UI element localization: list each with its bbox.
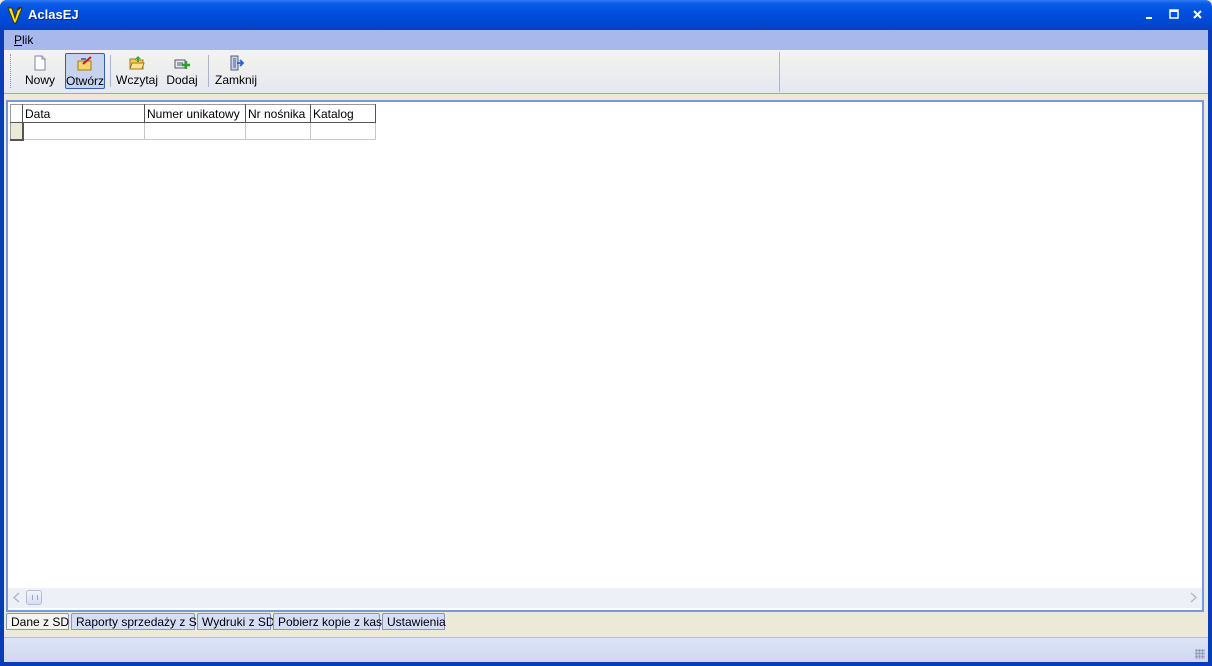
close-app-button[interactable]: Zamknij <box>215 53 257 89</box>
load-button[interactable]: Wczytaj <box>116 53 158 89</box>
maximize-icon <box>1169 9 1179 19</box>
title-bar[interactable]: AclasEJ <box>0 0 1212 30</box>
grid-corner-header[interactable] <box>10 104 23 123</box>
toolbar: Nowy Otwórz Wczytaj Dodaj Zamknij <box>4 50 1208 94</box>
data-grid[interactable]: Data Numer unikatowy Nr nośnika Katalog <box>10 104 376 141</box>
menu-plik[interactable]: Plik <box>14 33 33 47</box>
minimize-button[interactable] <box>1142 7 1158 23</box>
window-title: AclasEJ <box>28 7 79 22</box>
add-button[interactable]: Dodaj <box>165 53 199 89</box>
row-header[interactable] <box>10 122 24 141</box>
horizontal-scrollbar[interactable] <box>8 588 1202 608</box>
app-window: AclasEJ Plik Nowy Otwórz Wczytaj Dodaj Z… <box>0 0 1212 666</box>
client-area: Plik Nowy Otwórz Wczytaj Dodaj Zamknij D… <box>4 30 1208 662</box>
column-header-nr-nosnika[interactable]: Nr nośnika <box>245 104 311 123</box>
add-icon <box>174 59 190 69</box>
scrollbar-thumb[interactable] <box>26 590 42 605</box>
open-button-label: Otwórz <box>66 74 105 88</box>
exit-door-icon <box>230 55 244 71</box>
minimize-icon <box>1146 17 1152 19</box>
tab-pobierz-kopie[interactable]: Pobierz kopie z kasy <box>273 613 388 630</box>
menu-plik-mnemonic: P <box>14 33 23 47</box>
tab-wydruki-z-sd[interactable]: Wydruki z SD <box>197 613 275 630</box>
tab-ustawienia[interactable]: Ustawienia <box>382 613 446 630</box>
new-button[interactable]: Nowy <box>20 53 60 89</box>
new-document-icon <box>34 55 46 71</box>
close-button[interactable] <box>1190 7 1206 23</box>
toolbar-band-divider <box>779 52 780 92</box>
add-button-label: Dodaj <box>166 73 198 87</box>
scroll-right-arrow-icon[interactable] <box>1185 589 1201 606</box>
status-bar <box>4 637 1208 662</box>
toolbar-separator <box>110 55 111 87</box>
close-app-button-label: Zamknij <box>215 73 258 87</box>
load-button-label: Wczytaj <box>116 73 158 87</box>
resize-grip-icon[interactable] <box>1195 649 1205 659</box>
app-logo-icon <box>7 6 23 24</box>
data-grid-panel: Data Numer unikatowy Nr nośnika Katalog <box>6 100 1204 612</box>
tab-raporty-sprzedazy[interactable]: Raporty sprzedaży z SD <box>71 613 205 630</box>
table-row[interactable] <box>10 122 376 141</box>
scroll-left-arrow-icon[interactable] <box>9 589 25 606</box>
menu-plik-label: lik <box>22 33 34 47</box>
cell-nr-nosnika[interactable] <box>245 122 311 140</box>
column-header-numer-unikatowy[interactable]: Numer unikatowy <box>144 104 246 123</box>
cell-numer-unikatowy[interactable] <box>144 122 246 140</box>
cell-data[interactable] <box>22 122 145 140</box>
close-icon <box>1193 10 1202 19</box>
column-header-data[interactable]: Data <box>22 104 145 123</box>
column-header-katalog[interactable]: Katalog <box>310 104 376 123</box>
new-button-label: Nowy <box>24 73 55 87</box>
cell-katalog[interactable] <box>310 122 376 140</box>
toolbar-grip[interactable] <box>10 54 12 88</box>
maximize-button[interactable] <box>1166 7 1182 23</box>
folder-load-icon <box>129 56 145 70</box>
open-icon <box>77 56 92 71</box>
toolbar-separator <box>208 55 209 87</box>
menu-bar: Plik <box>4 30 1208 50</box>
tab-dane-z-sd[interactable]: Dane z SD <box>6 613 69 630</box>
grid-header-row: Data Numer unikatowy Nr nośnika Katalog <box>10 104 376 123</box>
open-button[interactable]: Otwórz <box>65 53 105 89</box>
